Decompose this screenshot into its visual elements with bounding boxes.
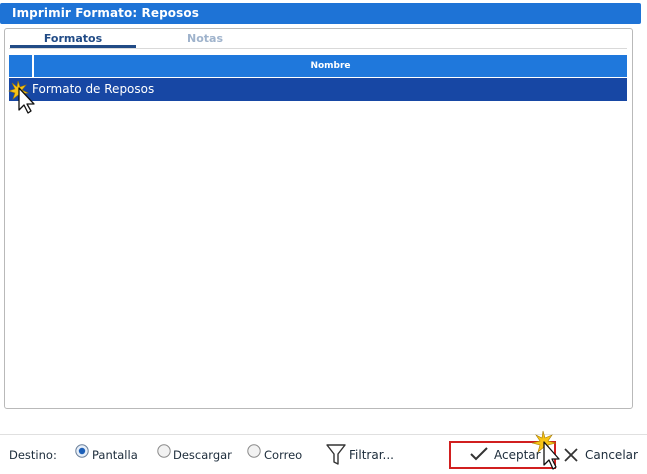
table-row[interactable]: Formato de Reposos (9, 78, 627, 101)
grid-row-selector-header (9, 55, 32, 77)
cancel-button-label[interactable]: Cancelar (585, 448, 638, 462)
formats-panel: Formatos Notas Nombre Formato de Reposos (4, 28, 633, 409)
check-icon (470, 447, 488, 461)
radio-pantalla[interactable] (75, 444, 89, 458)
radio-correo-label[interactable]: Correo (264, 448, 302, 462)
filter-button-label[interactable]: Filtrar... (349, 448, 394, 462)
formats-grid: Nombre Formato de Reposos (9, 55, 627, 103)
radio-descargar-label[interactable]: Descargar (173, 448, 232, 462)
radio-pantalla-label[interactable]: Pantalla (92, 448, 138, 462)
tab-divider (9, 48, 627, 49)
row-cell-nombre: Formato de Reposos (32, 82, 155, 96)
radio-correo[interactable] (247, 444, 261, 458)
destino-label: Destino: (9, 448, 57, 462)
dialog-title-bar: Imprimir Formato: Reposos (0, 3, 641, 24)
tab-formatos[interactable]: Formatos (10, 32, 136, 46)
mouse-pointer-icon (8, 80, 35, 114)
mouse-pointer-icon (531, 430, 560, 470)
filter-funnel-icon[interactable] (326, 443, 346, 467)
tab-notas[interactable]: Notas (125, 32, 285, 46)
dialog-title: Imprimir Formato: Reposos (12, 6, 199, 20)
column-header-nombre[interactable]: Nombre (34, 55, 627, 77)
close-x-icon[interactable] (562, 446, 580, 464)
radio-descargar[interactable] (157, 444, 171, 458)
